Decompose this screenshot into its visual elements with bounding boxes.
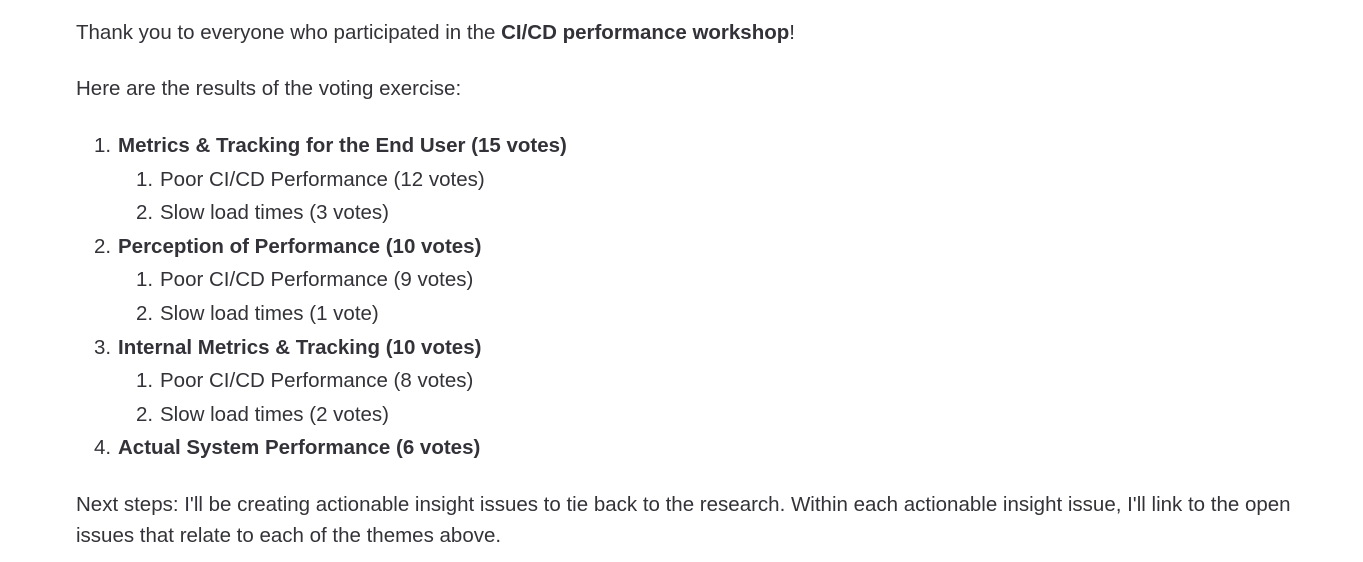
intro-paragraph: Thank you to everyone who participated i… [76, 17, 1341, 49]
topic-label: Actual System Performance (6 votes) [118, 436, 481, 460]
results-lead: Here are the results of the voting exerc… [76, 77, 462, 100]
subtopic-item: Poor CI/CD Performance (12 votes) [136, 163, 485, 196]
topic-label: Metrics & Tracking for the End User (15 … [118, 134, 567, 157]
intro-prefix: Thank you to everyone who participated i… [76, 21, 502, 44]
intro-suffix: ! [789, 21, 795, 44]
subtopic-item: Slow load times (1 vote) [136, 297, 379, 330]
voting-results-list: Metrics & Tracking for the End User (15 … [76, 129, 1341, 465]
subtopic-list: Poor CI/CD Performance (12 votes) Slow l… [118, 163, 1341, 230]
subtopic-list: Poor CI/CD Performance (9 votes) Slow lo… [118, 263, 1341, 330]
subtopic-item: Poor CI/CD Performance (9 votes) [136, 263, 474, 296]
topic-item: Actual System Performance (6 votes) [94, 431, 1341, 465]
topic-item: Internal Metrics & Tracking (10 votes) P… [94, 331, 1341, 432]
comment-body: Thank you to everyone who participated i… [76, 17, 1341, 551]
topic-item: Perception of Performance (10 votes) Poo… [94, 230, 1341, 331]
subtopic-list: Poor CI/CD Performance (8 votes) Slow lo… [118, 364, 1341, 431]
next-steps-paragraph: Next steps: I'll be creating actionable … [76, 492, 1291, 547]
topic-label: Perception of Performance (10 votes) [118, 234, 482, 258]
subtopic-item: Slow load times (2 votes) [136, 398, 390, 431]
topic-label: Internal Metrics & Tracking (10 votes) [118, 335, 482, 359]
subtopic-item: Poor CI/CD Performance (8 votes) [136, 364, 474, 397]
subtopic-item: Slow load times (3 votes) [136, 196, 390, 229]
topic-item: Metrics & Tracking for the End User (15 … [94, 129, 1341, 230]
workshop-name: CI/CD performance workshop [501, 21, 790, 44]
